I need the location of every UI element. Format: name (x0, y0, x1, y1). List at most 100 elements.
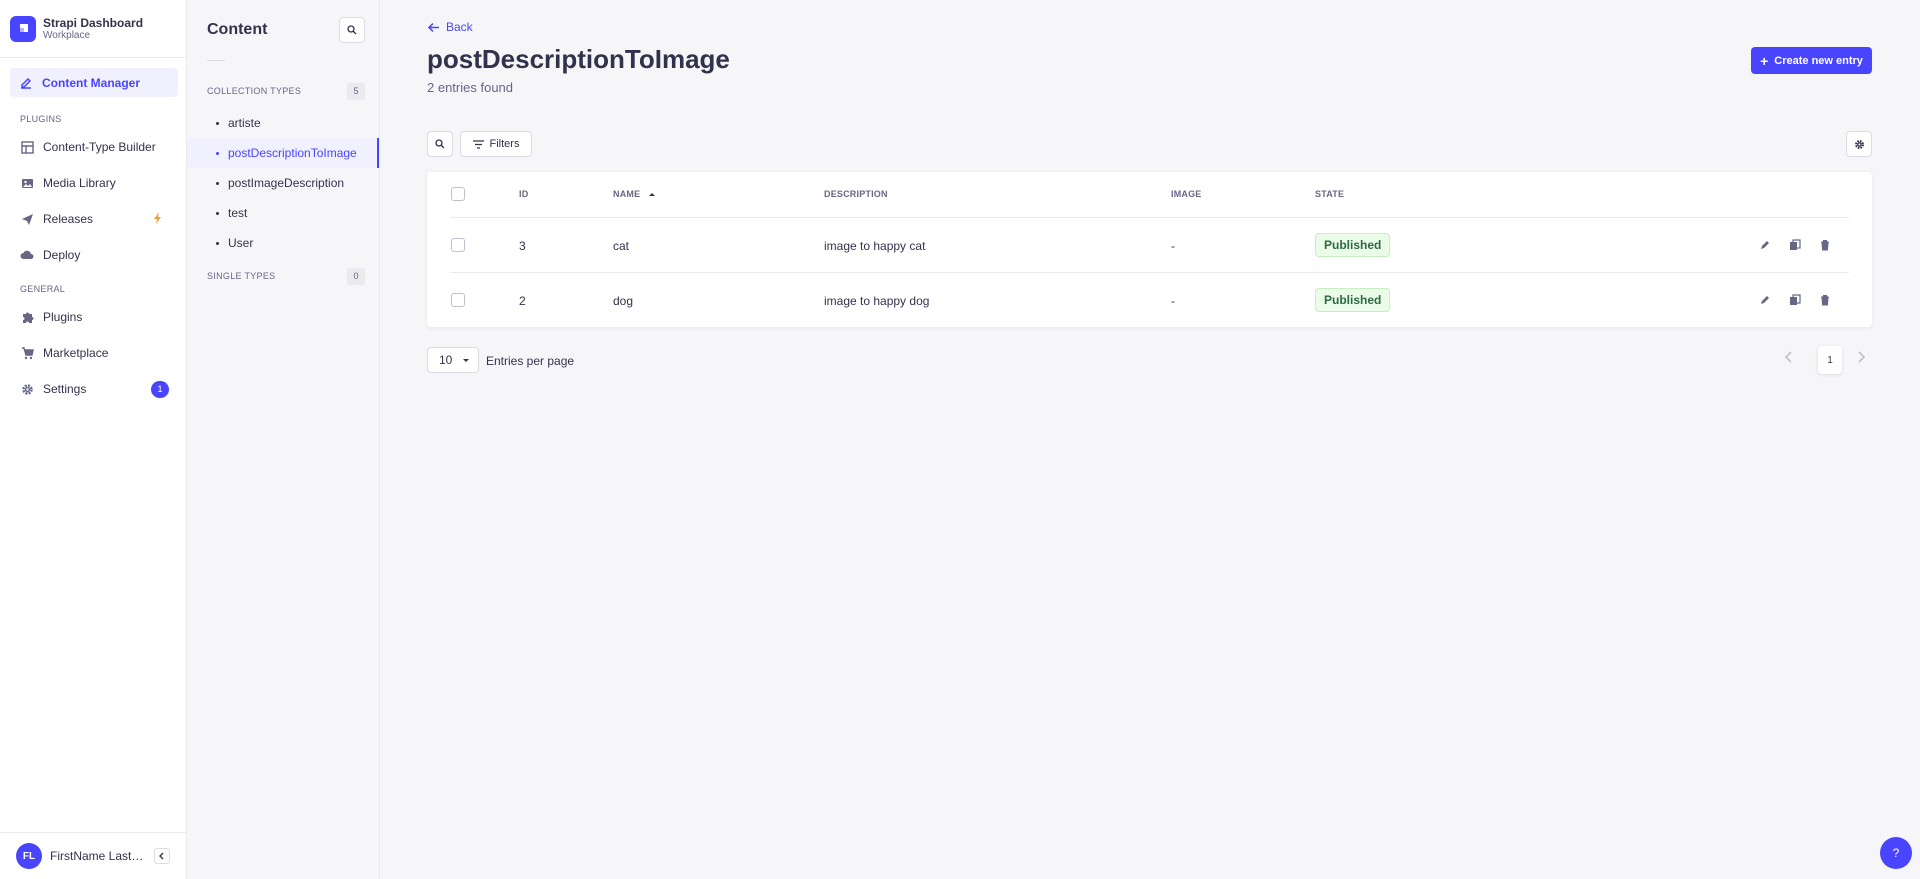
layout-icon (20, 140, 34, 154)
gear-icon (1854, 139, 1864, 149)
plus-icon: + (1760, 52, 1769, 69)
subnav-item-postdescriptiontoimage[interactable]: postDescriptionToImage (187, 138, 379, 168)
avatar: FL (16, 843, 42, 869)
nav-item-releases[interactable]: Releases (0, 201, 186, 237)
cell-description: image to happy cat (824, 239, 926, 253)
status-badge: Published (1315, 288, 1391, 312)
strapi-logo-icon (10, 15, 36, 42)
search-icon (435, 139, 445, 149)
entries-per-page-select[interactable]: 10 (427, 347, 479, 373)
bullet-icon (216, 211, 219, 215)
trash-icon[interactable] (1818, 238, 1832, 252)
image-icon (20, 176, 34, 190)
nav-item-deploy[interactable]: Deploy (0, 237, 186, 273)
chevron-down-icon (463, 359, 469, 362)
table-row[interactable]: 2 dog image to happy dog - Published (427, 273, 1872, 327)
entries-count: 2 entries found (427, 80, 514, 95)
back-label: Back (446, 20, 473, 34)
subnav-item-postimagedescription[interactable]: postImageDescription (187, 168, 379, 198)
cell-image: - (1171, 294, 1175, 308)
nav-item-label: Content-Type Builder (43, 140, 156, 154)
subnav-item-label: User (228, 236, 254, 250)
table-row[interactable]: 3 cat image to happy cat - Published (427, 218, 1872, 273)
page-title: postDescriptionToImage (427, 44, 730, 74)
next-page-button[interactable] (1855, 349, 1867, 368)
nav-item-label: Media Library (43, 176, 116, 190)
entries-table: ID NAME DESCRIPTION IMAGE STATE 3 cat im… (427, 172, 1872, 327)
help-button[interactable]: ? (1880, 837, 1912, 869)
column-header-name[interactable]: NAME (613, 189, 656, 199)
lightning-icon (153, 212, 163, 227)
nav-item-label: Content Manager (42, 75, 141, 90)
collapse-nav-button[interactable] (154, 848, 170, 864)
table-settings-button[interactable] (1846, 131, 1872, 157)
subnav-item-label: artiste (228, 116, 261, 130)
nav-item-label: Releases (43, 212, 94, 226)
chevron-left-icon (159, 852, 164, 860)
collection-types-header: COLLECTION TYPES 5 (187, 81, 379, 101)
nav-item-plugins[interactable]: Plugins (0, 299, 186, 335)
section-label: SINGLE TYPES (207, 271, 276, 281)
row-checkbox[interactable] (451, 293, 465, 307)
nav-section-plugins: PLUGINS (20, 114, 62, 124)
edit-icon[interactable] (1758, 293, 1772, 307)
search-button[interactable] (427, 131, 453, 157)
filters-button[interactable]: Filters (460, 131, 532, 157)
back-link[interactable]: Back (427, 20, 473, 34)
cell-id: 2 (519, 294, 526, 308)
trash-icon[interactable] (1818, 293, 1832, 307)
nav-section-general: GENERAL (20, 284, 66, 294)
cell-id: 3 (519, 239, 526, 253)
chevron-right-icon (1858, 351, 1866, 363)
brand-subtitle: Workplace (43, 29, 91, 41)
arrow-left-icon (427, 22, 439, 32)
column-header-id[interactable]: ID (519, 189, 528, 199)
bullet-icon (216, 181, 219, 185)
edit-icon[interactable] (1758, 238, 1772, 252)
subnav-item-label: test (228, 206, 248, 220)
row-checkbox[interactable] (451, 238, 465, 252)
status-badge: Published (1315, 233, 1391, 257)
user-menu[interactable]: FL FirstName LastName (0, 832, 187, 879)
chevron-left-icon (1784, 351, 1792, 363)
cell-name: cat (613, 239, 630, 253)
main-content: Back postDescriptionToImage 2 entries fo… (380, 0, 1920, 879)
nav-item-marketplace[interactable]: Marketplace (0, 335, 186, 371)
create-new-entry-button[interactable]: + Create new entry (1751, 47, 1872, 74)
column-header-image[interactable]: IMAGE (1171, 189, 1202, 199)
column-header-label: NAME (613, 189, 641, 199)
search-icon (347, 25, 357, 35)
single-types-header: SINGLE TYPES 0 (187, 266, 379, 286)
filter-icon (472, 139, 484, 149)
sort-ascending-icon (649, 193, 656, 196)
column-header-description[interactable]: DESCRIPTION (824, 189, 888, 199)
brand-title: Strapi Dashboard (43, 15, 144, 30)
button-label: Create new entry (1774, 54, 1863, 67)
bullet-icon (216, 121, 219, 125)
page-number-button[interactable]: 1 (1818, 346, 1842, 374)
nav-item-content-type-builder[interactable]: Content-Type Builder (0, 129, 186, 165)
section-label: COLLECTION TYPES (207, 86, 302, 96)
nav-item-label: Marketplace (43, 346, 109, 360)
cell-image: - (1171, 239, 1175, 253)
column-header-state[interactable]: STATE (1315, 189, 1344, 199)
content-subnav: Content COLLECTION TYPES 5 artiste postD… (187, 0, 380, 879)
duplicate-icon[interactable] (1788, 293, 1802, 307)
paper-plane-icon (20, 212, 34, 226)
subnav-search-button[interactable] (339, 17, 365, 43)
main-navigation: Strapi Dashboard Workplace Content Manag… (0, 0, 187, 879)
nav-item-settings[interactable]: Settings 1 (0, 371, 186, 407)
subnav-item-user[interactable]: User (187, 228, 379, 258)
puzzle-icon (20, 310, 34, 324)
shopping-cart-icon (20, 346, 34, 360)
user-name: FirstName LastName (50, 849, 152, 863)
select-all-checkbox[interactable] (451, 187, 465, 201)
duplicate-icon[interactable] (1788, 238, 1802, 252)
nav-item-label: Deploy (43, 248, 81, 262)
nav-item-content-manager[interactable]: Content Manager (10, 68, 178, 97)
nav-item-media-library[interactable]: Media Library (0, 165, 186, 201)
subnav-item-test[interactable]: test (187, 198, 379, 228)
cell-description: image to happy dog (824, 294, 930, 308)
subnav-item-artiste[interactable]: artiste (187, 108, 379, 138)
previous-page-button[interactable] (1783, 349, 1795, 368)
